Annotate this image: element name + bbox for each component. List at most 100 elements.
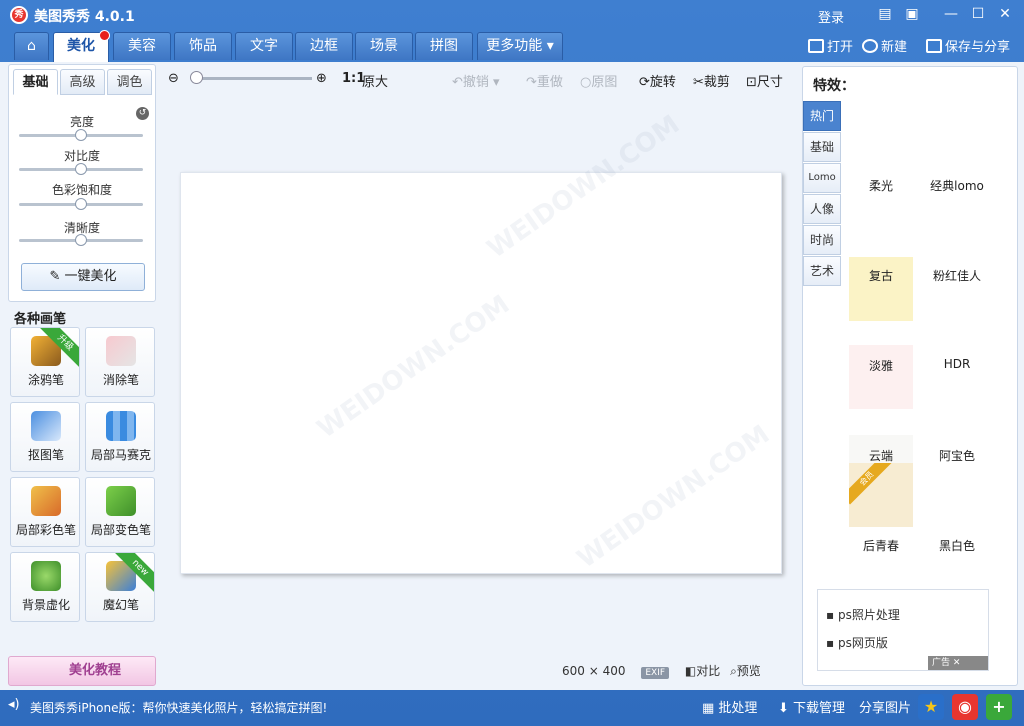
graffiti-brush[interactable]: 升级 涂鸦笔 — [10, 327, 80, 397]
blur-icon — [31, 561, 61, 591]
brush-section-title: 各种画笔 — [14, 312, 67, 327]
effect-thumbnail[interactable]: 会员 — [849, 463, 913, 527]
effect-label[interactable]: HDR — [917, 357, 997, 371]
slider-knob[interactable] — [75, 234, 87, 246]
mosaic-icon — [106, 411, 136, 441]
close-button[interactable]: ✕ — [996, 5, 1014, 23]
tab-frame[interactable]: 边框 — [295, 32, 353, 60]
login-link[interactable]: 登录 — [818, 7, 844, 26]
zoom-out-icon[interactable]: ⊖ — [168, 71, 179, 86]
tab-scene[interactable]: 场景 — [355, 32, 413, 60]
batch-button[interactable]: ▦ 批处理 — [702, 697, 757, 716]
tab-beauty[interactable]: 美容 — [113, 32, 171, 60]
effect-label[interactable]: 阿宝色 — [917, 447, 997, 464]
category-basic[interactable]: 基础 — [803, 132, 841, 162]
share-image-button[interactable]: 分享图片 — [859, 697, 911, 716]
effects-panel: 特效： 热门 基础 Lomo 人像 时尚 艺术 柔光 经典lomo 复古 粉红佳… — [802, 66, 1018, 686]
slider-knob[interactable] — [75, 198, 87, 210]
eraser-brush[interactable]: 消除笔 — [85, 327, 155, 397]
bucket-icon — [106, 486, 136, 516]
compare-button[interactable]: ◧对比 — [685, 664, 720, 678]
brightness-slider[interactable] — [19, 129, 143, 141]
category-fashion[interactable]: 时尚 — [803, 225, 841, 255]
editor-toolbar: ⊖ ⊕ 1:1 原大 ↶撤销 ▾ ↷重做 ○原图 ⟳旋转 ✂裁剪 ⊡尺寸 — [162, 62, 798, 96]
effect-label[interactable]: 后青春 — [841, 537, 921, 554]
vip-badge: 会员 — [849, 463, 893, 505]
weibo-icon[interactable]: ◉ — [952, 694, 978, 720]
status-bar: ◂) 美图秀秀iPhone版：帮你快速美化照片，轻松搞定拼图! ▦ 批处理 ⬇ … — [0, 690, 1024, 726]
image-canvas[interactable] — [180, 172, 782, 574]
sharpness-slider[interactable] — [19, 234, 143, 246]
canvas-width: 600 — [562, 664, 585, 678]
color-brush[interactable]: 局部彩色笔 — [10, 477, 80, 547]
add-icon[interactable]: + — [986, 694, 1012, 720]
effect-label[interactable]: 粉红佳人 — [917, 267, 997, 284]
category-hot[interactable]: 热门 — [803, 101, 841, 131]
category-art[interactable]: 艺术 — [803, 256, 841, 286]
crop-button[interactable]: ✂裁剪 — [693, 71, 730, 90]
ad-link[interactable]: ▪ ps照片处理 — [826, 606, 900, 623]
category-portrait[interactable]: 人像 — [803, 194, 841, 224]
recolor-brush[interactable]: 局部变色笔 — [85, 477, 155, 547]
tab-text[interactable]: 文字 — [235, 32, 293, 60]
minimize-button[interactable]: — — [942, 5, 960, 23]
effect-label[interactable]: 云端 — [841, 447, 921, 464]
ad-badge[interactable]: 广告 ✕ — [928, 656, 988, 670]
original-button[interactable]: ○原图 — [580, 71, 617, 90]
effect-label[interactable]: 经典lomo — [917, 177, 997, 194]
status-message[interactable]: 美图秀秀iPhone版：帮你快速美化照片，轻松搞定拼图! — [30, 699, 327, 716]
saturation-label: 色彩饱和度 — [51, 183, 112, 197]
tab-advanced[interactable]: 高级 — [60, 69, 105, 95]
batch-icon: ▦ — [702, 701, 719, 716]
tab-accessories[interactable]: 饰品 — [174, 32, 232, 60]
one-key-beautify-button[interactable]: ✎ 一键美化 — [21, 263, 145, 291]
tutorial-button[interactable]: 美化教程 — [8, 656, 156, 686]
exif-button[interactable]: EXIF — [641, 667, 670, 679]
effect-label[interactable]: 复古 — [841, 267, 921, 284]
tab-more[interactable]: 更多功能 ▾ — [477, 32, 563, 60]
download-manager-button[interactable]: ⬇ 下载管理 — [778, 697, 845, 716]
tab-color[interactable]: 调色 — [107, 69, 152, 95]
contrast-slider[interactable] — [19, 163, 143, 175]
compare-icon: ◧ — [684, 664, 697, 678]
effect-label[interactable]: 黑白色 — [917, 537, 997, 554]
star-icon[interactable]: ★ — [918, 694, 944, 720]
ad-link[interactable]: ▪ ps网页版 — [826, 634, 888, 651]
maximize-button[interactable]: ☐ — [969, 5, 987, 23]
background-blur[interactable]: 背景虚化 — [10, 552, 80, 622]
effect-label[interactable]: 淡雅 — [841, 357, 921, 374]
rotate-button[interactable]: ⟳旋转 — [639, 71, 676, 90]
category-lomo[interactable]: Lomo — [803, 163, 841, 193]
mosaic-brush[interactable]: 局部马赛克 — [85, 402, 155, 472]
eraser-icon — [106, 336, 136, 366]
magic-brush[interactable]: new 魔幻笔 — [85, 552, 155, 622]
app-window: 秀 美图秀秀 4.0.1 登录 ▤ ▣ — ☐ ✕ ⌂ 美化 美容 饰品 文字 … — [0, 0, 1024, 726]
tab-beautify[interactable]: 美化 — [53, 30, 110, 62]
open-button[interactable]: 打开 — [808, 36, 853, 55]
cutout-brush[interactable]: 抠图笔 — [10, 402, 80, 472]
feedback-icon[interactable]: ▤ — [876, 5, 894, 23]
zoom-knob[interactable] — [190, 71, 203, 84]
saturation-slider[interactable] — [19, 198, 143, 210]
redo-button[interactable]: ↷重做 — [526, 71, 563, 90]
original-size-button[interactable]: 原大 — [362, 71, 388, 90]
effect-label[interactable]: 柔光 — [841, 177, 921, 194]
main-nav: ⌂ 美化 美容 饰品 文字 边框 场景 拼图 更多功能 ▾ 打开 新建 保存与分… — [0, 30, 1024, 62]
home-tab[interactable]: ⌂ — [14, 32, 49, 60]
zoom-slider[interactable] — [192, 77, 312, 80]
pen-icon — [31, 411, 61, 441]
tab-collage[interactable]: 拼图 — [415, 32, 473, 60]
save-share-button[interactable]: 保存与分享 — [926, 36, 1010, 55]
new-button[interactable]: 新建 — [862, 36, 907, 55]
effect-thumbnail[interactable] — [849, 345, 913, 409]
size-button[interactable]: ⊡尺寸 — [746, 71, 783, 90]
slider-knob[interactable] — [75, 163, 87, 175]
canvas-height: 400 — [602, 664, 626, 678]
preview-button[interactable]: ⌕预览 — [730, 664, 761, 678]
tab-basic[interactable]: 基础 — [13, 69, 58, 95]
slider-knob[interactable] — [75, 129, 87, 141]
undo-button[interactable]: ↶撤销 ▾ — [452, 71, 500, 90]
skin-icon[interactable]: ▣ — [903, 5, 921, 23]
zoom-in-icon[interactable]: ⊕ — [316, 71, 327, 86]
wand-icon: ✎ — [49, 269, 65, 284]
